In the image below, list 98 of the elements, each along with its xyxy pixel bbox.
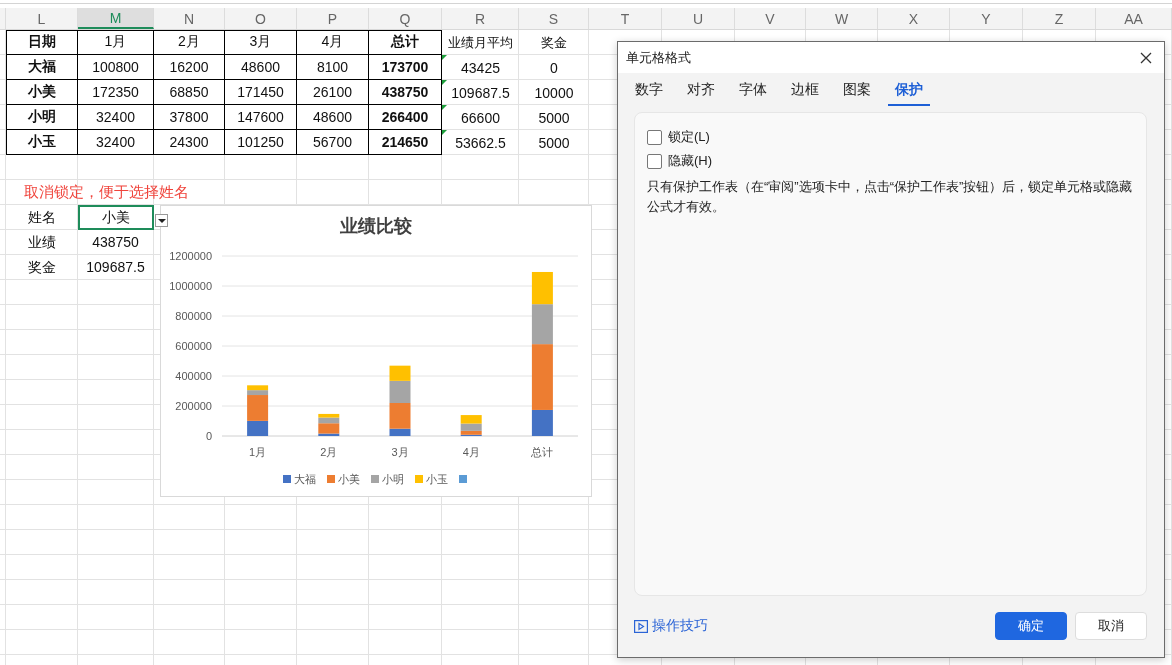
legend-label: 小美 xyxy=(338,473,360,485)
description-text: 只有保护工作表（在“审阅”选项卡中，点击“保护工作表”按钮）后，锁定单元格或隐藏公式才有效。 xyxy=(647,178,1133,216)
table-cell: 业绩月平均 xyxy=(448,33,513,52)
table-cell: 48600 xyxy=(313,109,352,125)
axis-label: 总计 xyxy=(531,446,554,458)
table-cell: 4月 xyxy=(321,33,344,51)
axis-label: 1200000 xyxy=(169,250,212,262)
table-cell: 53662.5 xyxy=(455,134,506,151)
tab[interactable]: 图案 xyxy=(836,77,878,106)
table-cell: 48600 xyxy=(241,59,280,75)
checkbox[interactable] xyxy=(647,153,662,169)
help-link[interactable]: 操作技巧 xyxy=(634,617,708,635)
column-header[interactable]: O xyxy=(225,8,297,29)
column-header[interactable]: Y xyxy=(950,8,1023,29)
table-cell: 26100 xyxy=(313,84,352,100)
chart-title: 业绩比较 xyxy=(340,216,412,236)
table-cell: 109687.5 xyxy=(451,84,510,101)
bar xyxy=(531,272,553,305)
bar xyxy=(460,415,482,424)
column-header[interactable]: X xyxy=(878,8,950,29)
table-cell: 小玉 xyxy=(27,133,56,151)
column-header[interactable]: AA xyxy=(1096,8,1172,29)
column-header[interactable]: P xyxy=(297,8,369,29)
column-header[interactable]: M xyxy=(78,8,154,29)
axis-label: 1000000 xyxy=(169,280,212,292)
column-header[interactable]: R xyxy=(442,8,519,29)
table-cell: 8100 xyxy=(316,59,349,75)
table-cell: 3月 xyxy=(249,33,272,51)
table-cell: 总计 xyxy=(391,33,419,51)
table-cell: 100800 xyxy=(92,59,139,75)
table-cell: 66600 xyxy=(461,109,500,126)
table-cell: 2月 xyxy=(178,33,200,51)
table-cell: 32400 xyxy=(96,109,135,125)
column-header[interactable]: N xyxy=(154,8,225,29)
tab[interactable]: 边框 xyxy=(784,77,826,106)
axis-label: 0 xyxy=(205,430,212,442)
table-cell: 小明 xyxy=(27,108,56,126)
axis-label: 800000 xyxy=(175,310,212,322)
note-text: 取消锁定，便于选择姓名 xyxy=(24,183,189,202)
tab[interactable]: 数字 xyxy=(628,77,670,106)
checkbox-label[interactable]: 锁定(L) xyxy=(668,128,710,146)
table-cell[interactable]: 小美 xyxy=(78,205,154,230)
column-header[interactable]: T xyxy=(589,8,662,29)
table-cell: 438750 xyxy=(381,84,429,100)
column-header[interactable]: W xyxy=(806,8,878,29)
table-cell: 214650 xyxy=(381,134,429,150)
table-cell: 101250 xyxy=(237,134,284,150)
axis-label: 1月 xyxy=(249,446,267,458)
tab[interactable]: 对齐 xyxy=(680,77,722,106)
table-cell: 1月 xyxy=(104,33,127,51)
dropdown-button[interactable] xyxy=(155,214,168,227)
tab[interactable]: 保护 xyxy=(888,77,930,106)
table-cell: 147600 xyxy=(237,109,284,125)
legend-label: 小玉 xyxy=(426,473,448,485)
table-cell: 24300 xyxy=(169,134,209,150)
table-cell: 奖金 xyxy=(28,258,56,277)
table-cell: 小美 xyxy=(27,83,56,101)
table-cell: 10000 xyxy=(534,84,574,101)
table-cell: 16200 xyxy=(169,59,209,75)
axis-label: 3月 xyxy=(391,446,409,458)
table-cell: 266400 xyxy=(381,109,429,125)
checkbox[interactable] xyxy=(647,129,662,145)
legend-label: 大福 xyxy=(294,473,316,485)
table-cell: 173700 xyxy=(381,59,429,75)
table-cell: 业绩 xyxy=(28,233,56,252)
table-cell: 43425 xyxy=(461,59,500,76)
column-header[interactable]: Z xyxy=(1023,8,1096,29)
column-header[interactable]: V xyxy=(735,8,806,29)
table-cell: 37800 xyxy=(169,109,209,125)
checkbox-label[interactable]: 隐藏(H) xyxy=(668,152,713,170)
axis-label: 400000 xyxy=(175,370,212,382)
table-cell[interactable]: 438750 xyxy=(78,230,154,255)
legend-label: 小明 xyxy=(382,473,404,485)
table-cell[interactable]: 109687.5 xyxy=(78,255,154,280)
table-cell: 奖金 xyxy=(541,33,567,52)
axis-label: 200000 xyxy=(175,400,212,412)
table-cell: 5000 xyxy=(538,134,570,151)
axis-label: 4月 xyxy=(462,446,480,458)
dialog-title: 单元格格式 xyxy=(626,48,691,67)
table-cell: 68850 xyxy=(169,84,209,100)
cancel-button[interactable]: 取消 xyxy=(1075,612,1147,640)
table-cell: 5000 xyxy=(538,109,570,126)
column-header[interactable]: S xyxy=(519,8,589,29)
ok-button[interactable]: 确定 xyxy=(995,612,1067,640)
table-cell: 172350 xyxy=(92,84,139,100)
axis-label: 600000 xyxy=(175,340,212,352)
table-cell: 0 xyxy=(550,59,558,76)
column-header[interactable]: Q xyxy=(369,8,442,29)
table-cell: 32400 xyxy=(96,134,135,150)
table-cell: 姓名 xyxy=(28,208,56,227)
table-cell: 56700 xyxy=(313,134,352,150)
column-header[interactable]: U xyxy=(662,8,735,29)
table-cell: 日期 xyxy=(27,33,56,51)
play-icon xyxy=(634,619,648,633)
table-cell: 大福 xyxy=(27,58,56,76)
table-cell: 171450 xyxy=(237,84,284,100)
axis-label: 2月 xyxy=(320,446,338,458)
tab[interactable]: 字体 xyxy=(732,77,774,106)
